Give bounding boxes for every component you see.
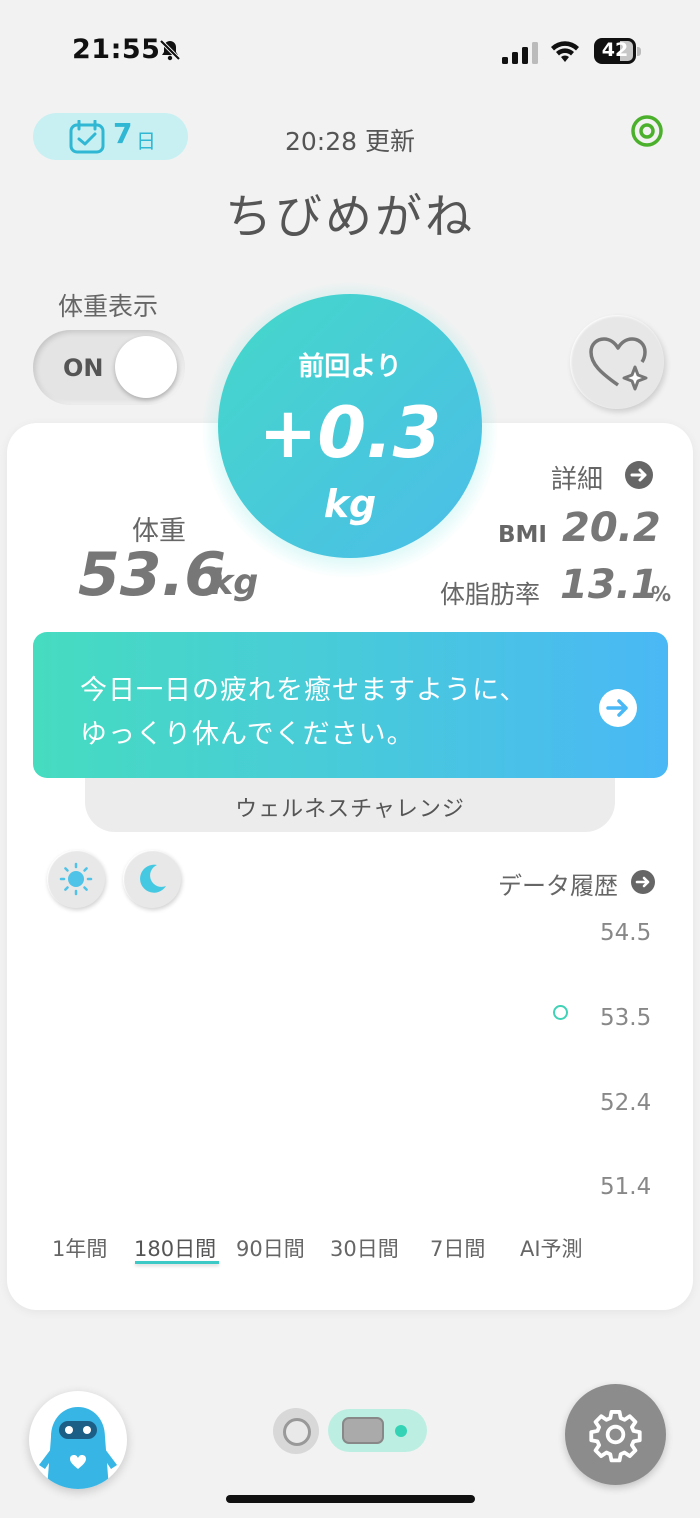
data-history-link[interactable]: データ履歴 [498, 866, 618, 901]
battery-level: 42 [601, 39, 629, 61]
bmi-value: 20.2 [562, 505, 661, 551]
weight-display-label: 体重表示 [58, 292, 159, 321]
active-range-indicator [135, 1261, 219, 1264]
weight-value: 53.6 [78, 540, 227, 610]
heart-sparkle-icon [589, 337, 648, 391]
settings-button[interactable] [565, 1384, 666, 1485]
range-tab-90d[interactable]: 90日間 [236, 1233, 305, 1263]
arrow-right-circle-icon [599, 689, 637, 727]
mascot-avatar-button[interactable] [29, 1391, 127, 1489]
weight-change-value: +0.3 [258, 392, 442, 474]
evening-filter-button[interactable] [123, 850, 181, 908]
wifi-icon [551, 41, 579, 62]
bmi-label: BMI [498, 522, 547, 548]
sun-icon [59, 862, 93, 896]
battery-icon: 42 [594, 38, 642, 64]
mascot-icon [39, 1407, 117, 1489]
morning-filter-button[interactable] [47, 850, 105, 908]
y-tick-label: 54.5 [600, 920, 652, 946]
weight-data-point[interactable] [553, 1005, 568, 1020]
banner-line-1: 今日一日の疲れを癒せますように、 [80, 675, 528, 706]
y-tick-label: 52.4 [600, 1090, 652, 1116]
y-tick-label: 53.5 [600, 1005, 652, 1031]
weight-change-bubble[interactable]: 前回より +0.3 kg [218, 294, 482, 558]
gear-icon [589, 1410, 642, 1463]
target-icon[interactable] [630, 114, 664, 148]
weight-display-toggle[interactable]: ON [33, 330, 185, 405]
weight-change-label: 前回より [298, 352, 402, 382]
weight-change-unit: kg [323, 482, 377, 526]
body-fat-label: 体脂肪率 [440, 580, 541, 609]
home-indicator[interactable] [226, 1495, 475, 1503]
banner-line-2: ゆっくり休んでください。 [80, 719, 415, 750]
range-tab-30d[interactable]: 30日間 [330, 1233, 399, 1263]
moon-icon [140, 864, 166, 893]
bell-muted-icon [159, 39, 181, 61]
range-tab-1y[interactable]: 1年間 [52, 1233, 107, 1263]
page-title: ちびめがね [225, 190, 475, 245]
favorites-button[interactable] [570, 315, 664, 409]
device-icon [342, 1417, 384, 1444]
cellular-signal-icon [502, 42, 538, 64]
page-indicator-device[interactable] [328, 1409, 427, 1452]
y-tick-label: 51.4 [600, 1174, 652, 1200]
body-fat-value: 13.1 [560, 562, 659, 608]
status-time: 21:55 [72, 34, 161, 65]
body-fat-unit: % [651, 582, 672, 606]
range-tab-180d[interactable]: 180日間 [134, 1233, 216, 1263]
range-tab-ai-forecast[interactable]: AI予測 [520, 1233, 583, 1263]
toggle-state-label: ON [63, 354, 104, 382]
arrow-right-circle-icon[interactable] [624, 460, 654, 490]
toggle-knob [115, 336, 177, 398]
weight-unit: kg [210, 563, 259, 603]
wellness-challenge-label: ウェルネスチャレンジ [235, 797, 465, 822]
last-updated-time: 20:28 更新 [285, 127, 415, 156]
active-dot [395, 1425, 407, 1437]
page-indicator-scale[interactable] [273, 1408, 319, 1454]
arrow-right-circle-icon[interactable] [630, 869, 656, 895]
message-banner[interactable]: 今日一日の疲れを癒せますように、 ゆっくり休んでください。 [33, 632, 668, 778]
details-link[interactable]: 詳細 [551, 459, 603, 496]
range-tab-7d[interactable]: 7日間 [430, 1233, 485, 1263]
